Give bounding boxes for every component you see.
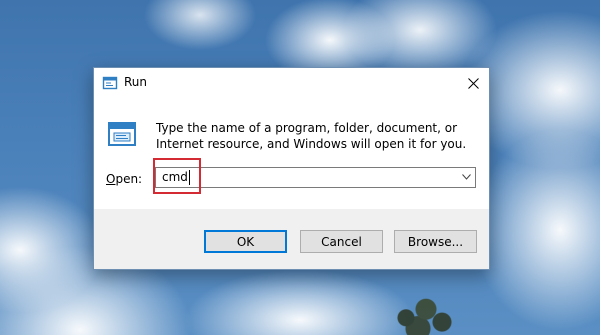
chevron-down-icon[interactable] <box>462 174 471 180</box>
close-button[interactable] <box>457 68 489 98</box>
ok-button[interactable]: OK <box>204 230 287 253</box>
title-bar[interactable]: Run <box>94 68 489 98</box>
open-label-rest: pen: <box>115 172 143 186</box>
open-label: Open: <box>106 172 142 186</box>
tree-silhouette <box>382 292 462 335</box>
open-combobox[interactable]: cmd <box>155 167 476 188</box>
browse-button[interactable]: Browse... <box>394 230 477 253</box>
run-dialog: Run Type the name of a program, folder, … <box>93 67 490 270</box>
cancel-button[interactable]: Cancel <box>300 230 383 253</box>
window-title: Run <box>124 75 148 89</box>
close-icon <box>467 77 479 89</box>
text-caret <box>189 170 190 185</box>
open-input-value[interactable]: cmd <box>162 170 188 184</box>
instruction-text: Type the name of a program, folder, docu… <box>156 121 467 151</box>
desktop-background: Run Type the name of a program, folder, … <box>0 0 600 335</box>
run-icon <box>108 122 136 146</box>
run-icon <box>102 76 118 90</box>
dialog-content-area <box>94 98 489 209</box>
